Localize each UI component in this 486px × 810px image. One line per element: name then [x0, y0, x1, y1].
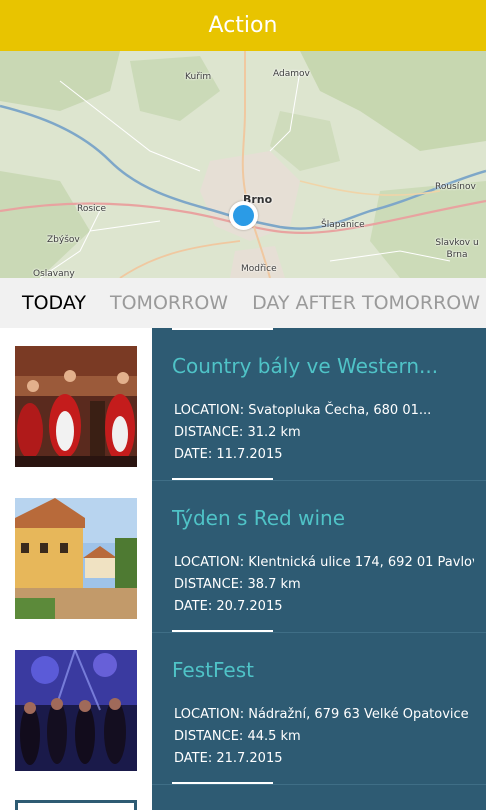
event-thumbnail: [15, 498, 137, 619]
event-details: LOCATION: Klentnická ulice 174, 692 01 P…: [174, 552, 474, 618]
event-distance: DISTANCE: 38.7 km: [174, 577, 301, 592]
concert-stage-photo: [15, 650, 137, 771]
event-date: DATE: 21.7.2015: [174, 751, 283, 766]
event-details: LOCATION: Nádražní, 679 63 Velké Opatovi…: [174, 704, 474, 770]
map-view[interactable]: Kuřim Adamov Rosice Brno Rousínov Šlapan…: [0, 51, 486, 278]
tab-day-after-tomorrow[interactable]: DAY AFTER TOMORROW: [252, 292, 480, 314]
event-item[interactable]: Týden s Red wine LOCATION: Klentnická ul…: [0, 480, 486, 633]
event-title[interactable]: FestFest: [172, 658, 472, 682]
tab-tomorrow[interactable]: TOMORROW: [110, 292, 228, 314]
event-details: LOCATION: Svatopluka Čecha, 680 01... DI…: [174, 400, 474, 466]
event-distance: DISTANCE: 44.5 km: [174, 729, 301, 744]
tab-today[interactable]: TODAY: [22, 292, 86, 314]
map-label-oslavany: Oslavany: [33, 269, 75, 278]
event-title[interactable]: Týden s Red wine: [172, 506, 472, 530]
event-item[interactable]: Country bály ve Western... LOCATION: Sva…: [0, 328, 486, 481]
event-distance: DISTANCE: 31.2 km: [174, 425, 301, 440]
cancan-dancers-photo: [15, 346, 137, 467]
event-item[interactable]: FestFest LOCATION: Nádražní, 679 63 Velk…: [0, 632, 486, 785]
app-header: Action: [0, 0, 486, 51]
event-thumbnail: [15, 650, 137, 771]
map-label-rousinov: Rousínov: [435, 182, 476, 192]
map-label-zbysov: Zbýšov: [47, 235, 80, 245]
map-label-modrice: Modřice: [241, 264, 277, 274]
map-label-slavkov: Slavkov u Brna: [435, 238, 479, 260]
item-separator: [152, 784, 486, 785]
event-thumbnail-partial: [15, 800, 137, 810]
event-title[interactable]: Country bály ve Western...: [172, 354, 472, 378]
event-date: DATE: 20.7.2015: [174, 599, 283, 614]
current-location-icon: [229, 201, 258, 230]
event-location: LOCATION: Nádražní, 679 63 Velké Opatovi…: [174, 707, 469, 722]
event-list[interactable]: Country bály ve Western... LOCATION: Sva…: [0, 328, 486, 810]
app-title: Action: [208, 13, 278, 38]
event-date: DATE: 11.7.2015: [174, 447, 283, 462]
map-label-adamov: Adamov: [273, 69, 310, 79]
event-location: LOCATION: Klentnická ulice 174, 692 01 P…: [174, 555, 474, 570]
winery-building-photo: [15, 498, 137, 619]
map-label-slapanice: Šlapanice: [321, 220, 365, 230]
event-thumbnail: [15, 346, 137, 467]
event-location: LOCATION: Svatopluka Čecha, 680 01...: [174, 403, 432, 418]
map-label-kurim: Kuřim: [185, 72, 212, 82]
map-label-rosice: Rosice: [77, 204, 107, 214]
day-tabs: TODAY TOMORROW DAY AFTER TOMORROW: [0, 278, 486, 328]
